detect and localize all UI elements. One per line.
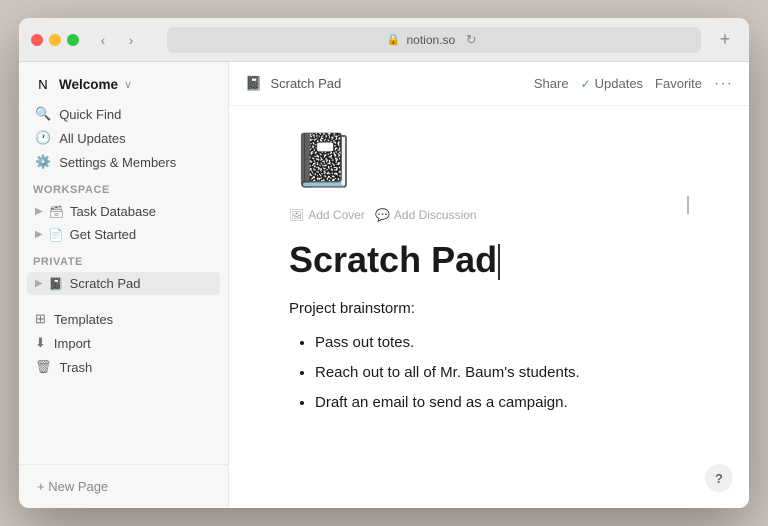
workspace-chevron-icon: ∨	[124, 78, 132, 91]
sidebar-item-import[interactable]: ⬇ Import	[27, 331, 220, 355]
breadcrumb: 📓 Scratch Pad	[245, 75, 534, 92]
page-title-text: Scratch Pad	[289, 239, 497, 280]
address-bar[interactable]: 🔒 notion.so ↻	[167, 27, 701, 53]
app-window: ‹ › 🔒 notion.so ↻ + N Welcome ∨ 🔍 Quick …	[19, 18, 749, 508]
back-button[interactable]: ‹	[91, 30, 115, 50]
maximize-button[interactable]	[67, 34, 79, 46]
scratch-pad-label: Scratch Pad	[70, 276, 141, 291]
database-icon: 🗃	[49, 205, 64, 219]
clock-icon: 🕐	[35, 130, 51, 146]
text-cursor-indicator	[687, 196, 689, 214]
refresh-button[interactable]: ↻	[461, 30, 481, 50]
lock-icon: 🔒	[387, 33, 401, 46]
help-button[interactable]: ?	[705, 464, 733, 492]
sidebar-nav: 🔍 Quick Find 🕐 All Updates ⚙️ Settings &…	[19, 102, 228, 174]
workspace-section-label: WORKSPACE	[19, 174, 228, 200]
page-icon-area: 📓	[289, 126, 689, 196]
breadcrumb-icon: 📓	[245, 75, 262, 92]
new-page-button[interactable]: + New Page	[33, 475, 112, 498]
more-options-button[interactable]: ···	[714, 75, 733, 93]
notion-logo: N	[33, 74, 53, 94]
sidebar-item-quick-find[interactable]: 🔍 Quick Find	[27, 102, 220, 126]
traffic-lights	[31, 34, 79, 46]
sidebar-item-templates[interactable]: ⊞ Templates	[27, 307, 220, 331]
add-discussion-button[interactable]: 💬 Add Discussion	[375, 208, 477, 222]
settings-label: Settings & Members	[59, 155, 176, 170]
sidebar-item-get-started[interactable]: ▶ 📄 Get Started	[27, 223, 220, 246]
text-cursor	[498, 244, 500, 280]
import-icon: ⬇	[35, 335, 46, 351]
bullet-list: Pass out totes. Reach out to all of Mr. …	[297, 331, 689, 415]
add-discussion-label: Add Discussion	[394, 208, 477, 222]
sidebar-item-all-updates[interactable]: 🕐 All Updates	[27, 126, 220, 150]
bullet-item-3: Draft an email to send as a campaign.	[315, 391, 689, 415]
bullet-item-3-text: Draft an email to send as a campaign.	[315, 394, 568, 411]
page-icon: 📄	[49, 228, 64, 242]
sidebar-item-scratch-pad[interactable]: ▶ 📓 Scratch Pad	[27, 272, 220, 295]
sidebar-footer: + New Page	[19, 464, 228, 508]
task-database-label: Task Database	[70, 204, 156, 219]
updates-label: Updates	[595, 76, 643, 91]
add-cover-label: Add Cover	[308, 208, 365, 222]
sidebar-item-trash[interactable]: 🗑 Trash	[27, 355, 220, 379]
chevron-down-icon: ▶	[35, 278, 43, 289]
chevron-right-icon: ▶	[35, 206, 43, 217]
trash-icon: 🗑	[35, 359, 52, 375]
sidebar: N Welcome ∨ 🔍 Quick Find 🕐 All Updates ⚙…	[19, 62, 229, 508]
templates-icon: ⊞	[35, 311, 46, 327]
bullet-item-2-text: Reach out to all of Mr. Baum's students.	[315, 364, 580, 381]
check-icon: ✓	[581, 77, 591, 91]
updates-button[interactable]: ✓ Updates	[581, 76, 643, 91]
page-cover-actions: 🖼 Add Cover 💬 Add Discussion	[289, 208, 689, 222]
sidebar-item-settings[interactable]: ⚙️ Settings & Members	[27, 150, 220, 174]
body-text[interactable]: Project brainstorm:	[289, 297, 689, 321]
bullet-item-1-text: Pass out totes.	[315, 334, 414, 351]
page-content: 📓 Scratch Pad Share ✓ Updates Favorite ·…	[229, 62, 749, 508]
bullet-item-2: Reach out to all of Mr. Baum's students.	[315, 361, 689, 385]
favorite-button[interactable]: Favorite	[655, 76, 702, 91]
image-icon: 🖼	[289, 208, 304, 222]
forward-button[interactable]: ›	[119, 30, 143, 50]
private-section-label: PRIVATE	[19, 246, 228, 272]
quick-find-label: Quick Find	[59, 107, 121, 122]
close-button[interactable]	[31, 34, 43, 46]
sidebar-header[interactable]: N Welcome ∨	[19, 62, 228, 102]
share-button[interactable]: Share	[534, 76, 569, 91]
address-text: notion.so	[407, 33, 456, 47]
minimize-button[interactable]	[49, 34, 61, 46]
workspace-name: Welcome	[59, 77, 118, 92]
gear-icon: ⚙️	[35, 154, 51, 170]
add-cover-button[interactable]: 🖼 Add Cover	[289, 208, 365, 222]
import-label: Import	[54, 336, 91, 351]
breadcrumb-title: Scratch Pad	[270, 76, 341, 91]
notebook-emoji-icon: 📓	[292, 135, 357, 187]
page-toolbar: 📓 Scratch Pad Share ✓ Updates Favorite ·…	[229, 62, 749, 106]
nav-buttons: ‹ ›	[91, 30, 143, 50]
page-actions: Share ✓ Updates Favorite ···	[534, 75, 733, 93]
templates-label: Templates	[54, 312, 113, 327]
page-emoji: 📓	[289, 126, 359, 196]
main-area: N Welcome ∨ 🔍 Quick Find 🕐 All Updates ⚙…	[19, 62, 749, 508]
chat-icon: 💬	[375, 208, 390, 222]
all-updates-label: All Updates	[59, 131, 125, 146]
new-tab-button[interactable]: +	[713, 28, 737, 52]
chevron-right-icon: ▶	[35, 229, 43, 240]
search-icon: 🔍	[35, 106, 51, 122]
notebook-icon: 📓	[49, 277, 64, 291]
page-title[interactable]: Scratch Pad	[289, 238, 689, 281]
sidebar-item-task-database[interactable]: ▶ 🗃 Task Database	[27, 200, 220, 223]
trash-label: Trash	[60, 360, 93, 375]
bullet-item-1: Pass out totes.	[315, 331, 689, 355]
titlebar: ‹ › 🔒 notion.so ↻ +	[19, 18, 749, 62]
get-started-label: Get Started	[70, 227, 136, 242]
page-body: 📓 🖼 Add Cover 💬 Add Discussion	[229, 106, 749, 508]
sidebar-bottom: ⊞ Templates ⬇ Import 🗑 Trash	[19, 307, 228, 379]
